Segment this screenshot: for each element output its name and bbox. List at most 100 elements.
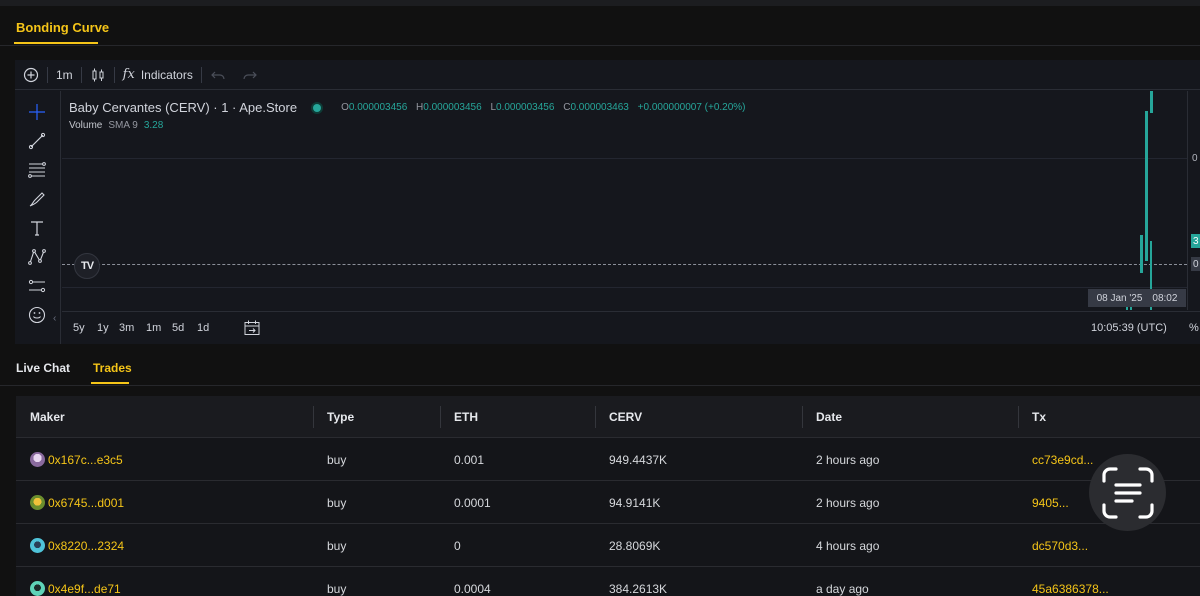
crosshair-time-label: 08 Jan '25 08:02 [1088,289,1186,307]
crosshair-icon [29,104,45,120]
trade-type: buy [327,496,347,510]
trade-date: 2 hours ago [816,453,880,467]
table-row[interactable]: 0x6745...d001 buy 0.0001 94.9141K 2 hour… [16,481,1200,524]
utc-clock[interactable]: 10:05:39 (UTC) [1091,322,1167,334]
maker-cell[interactable]: 0x6745...d001 [30,495,124,510]
column-divider [1018,406,1019,428]
chart-widget: 1m fx Indicators ‹ Baby Cervantes (CERV)… [15,60,1200,344]
maker-address: 0x167c...e3c5 [48,452,123,467]
maker-address: 0x8220...2324 [48,538,125,553]
chart-plot-area[interactable]: Baby Cervantes (CERV) · 1 · Ape.Store O0… [62,91,1187,310]
close-value: 0.000003463 [570,102,629,113]
last-price-line [62,264,1187,265]
volume-label: Volume [69,120,103,131]
candle [1145,111,1148,261]
drawing-toolbar: ‹ [15,91,61,344]
tradingview-logo[interactable]: TV [74,253,100,279]
range-1m[interactable]: 1m [146,322,161,334]
open-label: O [341,102,349,113]
tx-link[interactable]: 45a6386378... [1032,582,1109,596]
trade-eth: 0.0004 [454,582,491,596]
maker-cell[interactable]: 0x8220...2324 [30,538,124,553]
volume-legend: Volume SMA 9 3.28 [69,120,163,131]
sma-label: SMA 9 [108,120,138,131]
indicators-label: Indicators [140,67,193,82]
trade-date: 2 hours ago [816,496,880,510]
bonding-tab-bar: Bonding Curve [0,6,1200,46]
column-header-eth: ETH [454,410,478,424]
tab-live-chat[interactable]: Live Chat [16,361,70,375]
emoji-icon [28,306,46,324]
trade-date: 4 hours ago [816,539,880,553]
range-5y[interactable]: 5y [73,322,85,334]
trade-eth: 0.001 [454,453,485,467]
crosshair-tool[interactable] [26,101,48,123]
table-row[interactable]: 0x8220...2324 buy 0 28.8069K 4 hours ago… [16,524,1200,567]
trade-eth: 0.0001 [454,496,491,510]
table-row[interactable]: 0x167c...e3c5 buy 0.001 949.4437K 2 hour… [16,438,1200,481]
pattern-tool[interactable] [26,246,48,268]
indicators-button[interactable]: fx Indicators [115,60,201,90]
column-divider [313,406,314,428]
trade-eth: 0 [454,539,461,553]
trade-cerv: 28.8069K [609,539,661,553]
calendar-range-icon [244,320,260,335]
last-price-tag: 0 [1191,257,1200,271]
crosshair-date: 08 Jan '25 [1096,292,1143,304]
avatar [30,538,45,553]
open-value: 0.000003456 [348,102,408,113]
column-header-tx: Tx [1032,410,1047,424]
volume-price-tag: 3 [1191,234,1200,248]
add-symbol-button[interactable] [15,60,47,90]
trend-line-icon [28,132,46,150]
tx-link[interactable]: cc73e9cd... [1032,453,1093,467]
table-row[interactable]: 0x4e9f...de71 buy 0.0004 384.2613K a day… [16,567,1200,596]
maker-cell[interactable]: 0x167c...e3c5 [30,452,123,467]
percent-toggle[interactable]: % [1189,322,1199,334]
interval-button[interactable]: 1m [48,60,81,90]
tab-active-underline [14,42,98,44]
fib-tool[interactable] [26,159,48,181]
ohlc-values: O0.000003456 H0.000003456 L0.000003456 C… [341,102,745,113]
sma-value: 3.28 [143,120,164,131]
trend-line-tool[interactable] [26,130,48,152]
price-axis[interactable]: 0 3 0 [1187,91,1200,310]
brush-tool[interactable] [26,188,48,210]
redo-button[interactable] [234,60,266,90]
date-range-button[interactable] [243,319,261,342]
undo-button[interactable] [202,60,234,90]
scan-text-button[interactable] [1089,454,1166,531]
tx-link[interactable]: 9405... [1032,496,1069,510]
range-5d[interactable]: 5d [172,322,184,334]
candle [1140,235,1143,273]
tx-link[interactable]: dc570d3... [1032,539,1088,553]
range-1d[interactable]: 1d [197,322,209,334]
range-1y[interactable]: 1y [97,322,109,334]
avatar [30,581,45,596]
tab-active-underline [91,382,129,384]
range-3m[interactable]: 3m [119,322,134,334]
collapse-toolbar-button[interactable]: ‹ [53,313,56,324]
scan-text-icon [1101,466,1154,519]
activity-tab-bar: Live Chat Trades [0,350,1200,386]
trade-type: buy [327,539,347,553]
add-circle-icon [23,67,39,82]
fx-icon: fx [122,67,135,82]
maker-cell[interactable]: 0x4e9f...de71 [30,581,121,596]
column-header-type: Type [327,410,355,424]
symbol-title[interactable]: Baby Cervantes (CERV) · 1 · Ape.Store [69,100,297,115]
grid-line [62,158,1187,159]
text-tool[interactable] [26,217,48,239]
tab-bonding-curve[interactable]: Bonding Curve [16,20,109,35]
column-divider [440,406,441,428]
symbol-legend: Baby Cervantes (CERV) · 1 · Ape.Store O0… [69,100,746,115]
trades-table: Maker Type ETH CERV Date Tx 0x167c...e3c… [16,396,1200,596]
chart-type-button[interactable] [82,60,114,90]
trade-cerv: 384.2613K [609,582,668,596]
emoji-tool[interactable] [26,304,48,326]
redo-icon [243,71,257,79]
tab-trades[interactable]: Trades [93,361,132,375]
pattern-icon [28,249,46,265]
measure-tool[interactable] [26,275,48,297]
change-value: +0.000000007 (+0.20%) [637,102,746,113]
